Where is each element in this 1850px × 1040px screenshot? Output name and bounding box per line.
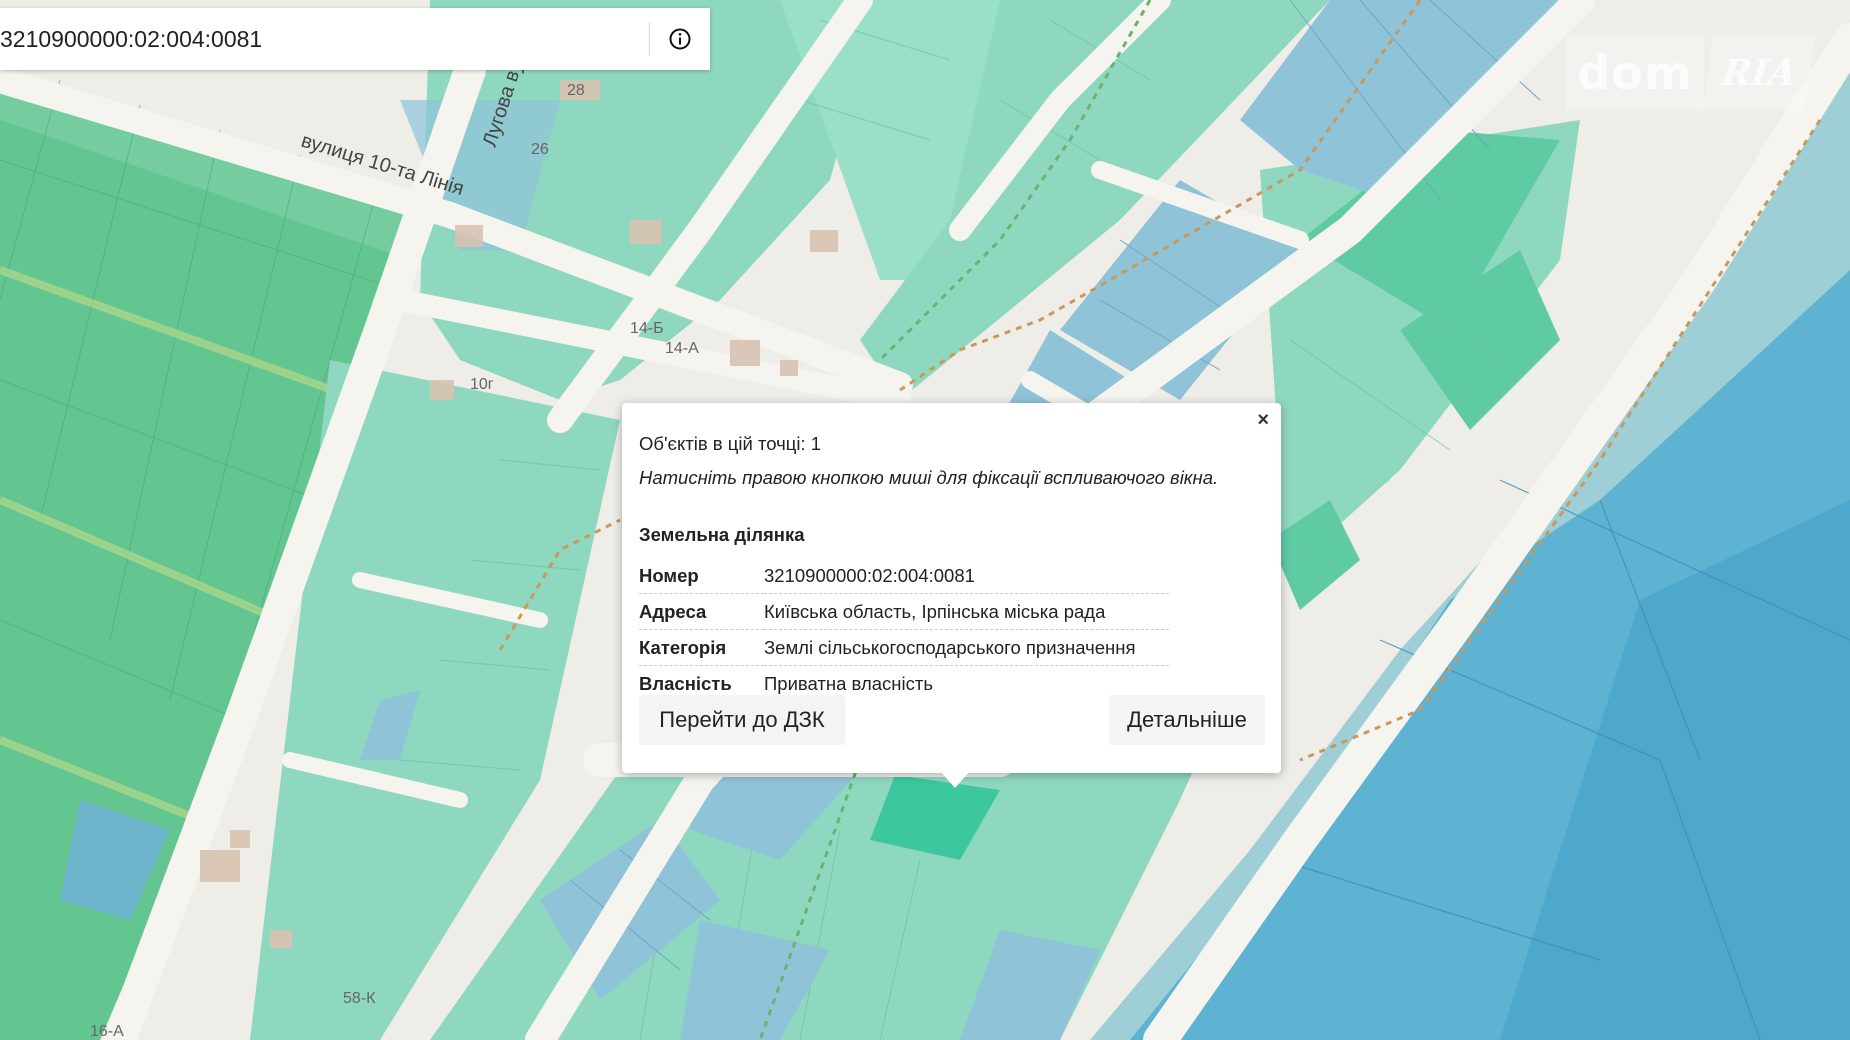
close-icon[interactable]: × (1257, 409, 1269, 432)
parcel-info-popup: × Об'єктів в цій точці: 1 Натисніть прав… (622, 403, 1281, 773)
house-number-28: 28 (567, 82, 585, 99)
objects-count-text: Об'єктів в цій точці: 1 (639, 433, 822, 454)
house-number-14b: 14-Б (630, 320, 664, 337)
house-number-16a: 16-А (90, 1023, 124, 1040)
table-row: Адреса Київська область, Ірпінська міськ… (639, 593, 1169, 630)
go-to-dzk-button[interactable]: Перейти до ДЗК (639, 695, 845, 745)
attr-value: 3210900000:02:004:0081 (764, 558, 1169, 594)
attr-key: Номер (639, 558, 764, 594)
logo-ria-text: RIA (1702, 35, 1816, 111)
details-button[interactable]: Детальніше (1109, 695, 1265, 745)
parcel-attributes-table: Номер 3210900000:02:004:0081 Адреса Київ… (639, 558, 1169, 701)
popup-section-title: Земельна ділянка (639, 524, 805, 545)
attr-value: Землі сільськогосподарського призначення (764, 629, 1169, 666)
popup-pointer (941, 772, 969, 788)
table-row: Категорія Землі сільськогосподарського п… (639, 629, 1169, 666)
search-input[interactable] (0, 8, 649, 70)
attr-value: Київська область, Ірпінська міська рада (764, 593, 1169, 630)
logo-dom-text: dom (1566, 35, 1704, 111)
house-number-26: 26 (531, 141, 549, 158)
house-number-14a: 14-А (665, 340, 699, 357)
table-row: Номер 3210900000:02:004:0081 (639, 558, 1169, 594)
popup-hint-text: Натисніть правою кнопкою миші для фіксац… (639, 467, 1219, 488)
attr-key: Категорія (639, 629, 764, 666)
info-circle-icon[interactable] (650, 8, 710, 70)
house-number-58k: 58-К (343, 990, 376, 1007)
search-bar (0, 8, 710, 70)
house-number-10g: 10г (470, 376, 494, 393)
attr-key: Адреса (639, 593, 764, 630)
domria-logo: dom RIA (1566, 35, 1816, 111)
